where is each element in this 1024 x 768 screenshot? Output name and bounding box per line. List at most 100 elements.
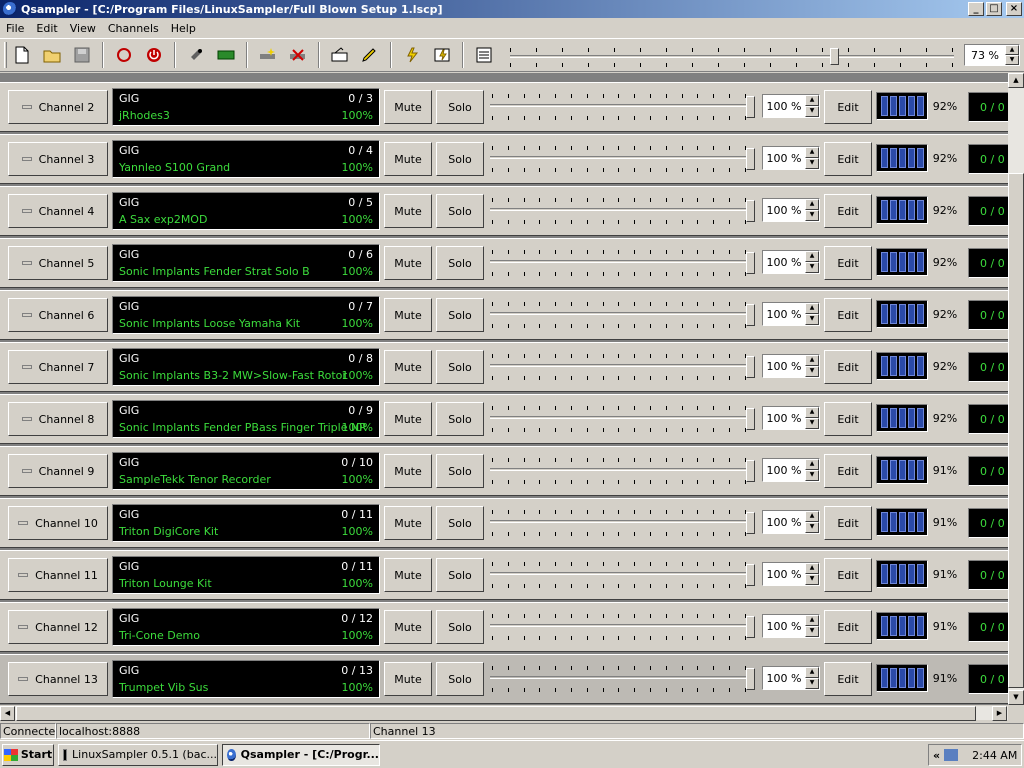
volume-spinbox[interactable]: 100 % ▲ ▼: [762, 458, 820, 482]
solo-button[interactable]: Solo: [436, 402, 484, 436]
spin-down-icon[interactable]: ▼: [805, 210, 819, 221]
channel-button[interactable]: Channel 10: [8, 506, 108, 540]
volume-spin-buttons[interactable]: ▲ ▼: [805, 667, 819, 689]
volume-value[interactable]: 100 %: [763, 464, 805, 477]
maximize-button[interactable]: □: [986, 2, 1002, 16]
spin-down-icon[interactable]: ▼: [805, 366, 819, 377]
channel-strip[interactable]: Channel 3 GIG Yannleo S100 Grand 0 / 4 100% M…: [0, 134, 1016, 184]
scroll-left-icon[interactable]: ◀: [0, 706, 15, 721]
volume-value[interactable]: 100 %: [763, 204, 805, 217]
mute-button[interactable]: Mute: [384, 506, 432, 540]
spin-up-icon[interactable]: ▲: [805, 667, 819, 678]
volume-spinbox[interactable]: 100 % ▲ ▼: [762, 198, 820, 222]
reset-all-icon[interactable]: [429, 42, 455, 68]
scroll-right-icon[interactable]: ▶: [992, 706, 1007, 721]
spin-up-icon[interactable]: ▲: [805, 511, 819, 522]
vertical-scrollbar[interactable]: ▲ ▼: [1008, 73, 1024, 705]
channel-strip[interactable]: Channel 12 GIG Tri-Cone Demo 0 / 12 100% Mute…: [0, 602, 1016, 652]
horizontal-scroll-thumb[interactable]: [16, 706, 976, 721]
volume-spin-buttons[interactable]: ▲ ▼: [805, 355, 819, 377]
spin-down-icon[interactable]: ▼: [805, 314, 819, 325]
volume-spinbox[interactable]: 100 % ▲ ▼: [762, 354, 820, 378]
channel-strip[interactable]: Channel 11 GIG Triton Lounge Kit 0 / 11 100%…: [0, 550, 1016, 600]
task-qsampler[interactable]: Qsampler - [C:/Progr...: [222, 743, 380, 766]
channel-strip[interactable]: Channel 6 GIG Sonic Implants Loose Yamaha …: [0, 290, 1016, 340]
spin-down-icon[interactable]: ▼: [805, 106, 819, 117]
add-channel-icon[interactable]: [255, 42, 281, 68]
volume-spin-buttons[interactable]: ▲ ▼: [805, 407, 819, 429]
solo-button[interactable]: Solo: [436, 610, 484, 644]
volume-spin-buttons[interactable]: ▲ ▼: [805, 459, 819, 481]
volume-slider-thumb[interactable]: [746, 356, 755, 378]
channel-button[interactable]: Channel 3: [8, 142, 108, 176]
channel-button[interactable]: Channel 5: [8, 246, 108, 280]
scroll-up-icon[interactable]: ▲: [1008, 73, 1024, 88]
volume-spinbox[interactable]: 100 % ▲ ▼: [762, 562, 820, 586]
solo-button[interactable]: Solo: [436, 90, 484, 124]
instrument-icon[interactable]: [183, 42, 209, 68]
solo-button[interactable]: Solo: [436, 454, 484, 488]
volume-slider[interactable]: [488, 504, 758, 542]
solo-button[interactable]: Solo: [436, 558, 484, 592]
volume-value[interactable]: 100 %: [763, 568, 805, 581]
close-button[interactable]: ×: [1006, 2, 1022, 16]
solo-button[interactable]: Solo: [436, 506, 484, 540]
edit-button[interactable]: Edit: [824, 558, 872, 592]
volume-value[interactable]: 100 %: [763, 620, 805, 633]
zoom-spinbox[interactable]: 73 % ▲ ▼: [964, 44, 1020, 66]
spin-down-icon[interactable]: ▼: [805, 470, 819, 481]
start-button[interactable]: Start: [2, 743, 54, 766]
solo-button[interactable]: Solo: [436, 350, 484, 384]
volume-slider-thumb[interactable]: [746, 460, 755, 482]
edit-button[interactable]: Edit: [824, 454, 872, 488]
minimize-button[interactable]: _: [968, 2, 984, 16]
volume-slider-thumb[interactable]: [746, 512, 755, 534]
channel-strip[interactable]: Channel 4 GIG A Sax exp2MOD 0 / 5 100% Mute So…: [0, 186, 1016, 236]
volume-spin-buttons[interactable]: ▲ ▼: [805, 251, 819, 273]
horizontal-scrollbar[interactable]: ◀ ▶: [0, 705, 1008, 721]
channel-strip[interactable]: Channel 7 GIG Sonic Implants B3-2 MW>Slow-…: [0, 342, 1016, 392]
channel-strip[interactable]: Channel 5 GIG Sonic Implants Fender Strat …: [0, 238, 1016, 288]
volume-value[interactable]: 100 %: [763, 256, 805, 269]
volume-value[interactable]: 100 %: [763, 360, 805, 373]
open-folder-icon[interactable]: [39, 42, 65, 68]
volume-spin-buttons[interactable]: ▲ ▼: [805, 199, 819, 221]
mute-button[interactable]: Mute: [384, 246, 432, 280]
channel-button[interactable]: Channel 8: [8, 402, 108, 436]
mute-button[interactable]: Mute: [384, 90, 432, 124]
spin-up-icon[interactable]: ▲: [805, 199, 819, 210]
volume-value[interactable]: 100 %: [763, 308, 805, 321]
mute-button[interactable]: Mute: [384, 610, 432, 644]
spin-up-icon[interactable]: ▲: [1005, 45, 1019, 55]
menu-view[interactable]: View: [64, 22, 102, 35]
mute-button[interactable]: Mute: [384, 142, 432, 176]
volume-slider-thumb[interactable]: [746, 408, 755, 430]
volume-slider[interactable]: [488, 88, 758, 126]
volume-value[interactable]: 100 %: [763, 516, 805, 529]
edit-button[interactable]: Edit: [824, 246, 872, 280]
mute-button[interactable]: Mute: [384, 194, 432, 228]
volume-value[interactable]: 100 %: [763, 412, 805, 425]
channel-button[interactable]: Channel 11: [8, 558, 108, 592]
spin-down-icon[interactable]: ▼: [805, 158, 819, 169]
edit-button[interactable]: Edit: [824, 506, 872, 540]
channel-strip[interactable]: Channel 9 GIG SampleTekk Tenor Recorder 0 /…: [0, 446, 1016, 496]
remove-channel-icon[interactable]: [285, 42, 311, 68]
options-icon[interactable]: [471, 42, 497, 68]
channel-strip[interactable]: Channel 2 GIG jRhodes3 0 / 3 100% Mute Solo 100…: [0, 82, 1016, 132]
volume-slider-thumb[interactable]: [746, 564, 755, 586]
volume-spin-buttons[interactable]: ▲ ▼: [805, 147, 819, 169]
edit-button[interactable]: Edit: [824, 142, 872, 176]
edit-button[interactable]: Edit: [824, 194, 872, 228]
volume-slider[interactable]: [488, 296, 758, 334]
device-icon[interactable]: [213, 42, 239, 68]
channel-button[interactable]: Channel 7: [8, 350, 108, 384]
channel-strip[interactable]: Channel 10 GIG Triton DigiCore Kit 0 / 11 10…: [0, 498, 1016, 548]
volume-value[interactable]: 100 %: [763, 152, 805, 165]
volume-slider[interactable]: [488, 452, 758, 490]
channel-setup-icon[interactable]: [327, 42, 353, 68]
volume-slider-thumb[interactable]: [746, 616, 755, 638]
spin-up-icon[interactable]: ▲: [805, 95, 819, 106]
volume-slider-thumb[interactable]: [746, 148, 755, 170]
edit-button[interactable]: Edit: [824, 662, 872, 696]
